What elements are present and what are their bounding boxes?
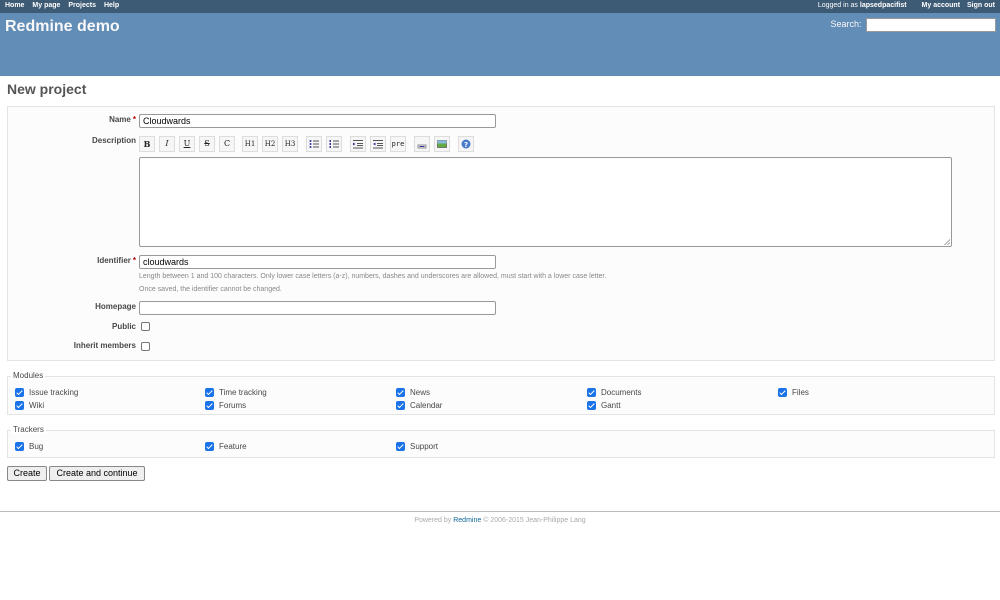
inherit-members-checkbox[interactable]: [141, 342, 150, 351]
module-label: News: [410, 388, 431, 397]
module-label: Calendar: [410, 401, 443, 410]
my-account-link[interactable]: My account: [922, 2, 961, 9]
public-checkbox[interactable]: [141, 322, 150, 331]
checkbox-checked-icon[interactable]: [15, 442, 24, 451]
footer-redmine-link[interactable]: Redmine: [453, 517, 481, 524]
sign-out-link[interactable]: Sign out: [967, 2, 995, 9]
checkbox-checked-icon[interactable]: [205, 442, 214, 451]
code-button[interactable]: C: [219, 136, 235, 152]
username-link[interactable]: lapsedpacifist: [860, 2, 907, 9]
heading2-button[interactable]: H2: [262, 136, 278, 152]
image-icon: [437, 140, 447, 148]
tracker-label: Bug: [29, 442, 44, 451]
module-label: Issue tracking: [29, 388, 79, 397]
top-menu-help-link[interactable]: Help: [104, 2, 119, 9]
modules-legend: Modules: [11, 371, 46, 380]
ordered-list-icon: [329, 140, 339, 148]
footer: Powered by Redmine © 2006-2015 Jean-Phil…: [0, 511, 1000, 524]
top-menu-projects-link[interactable]: Projects: [68, 2, 96, 9]
checkbox-checked-icon[interactable]: [396, 442, 405, 451]
name-label-text: Name: [109, 115, 131, 124]
footer-copyright: © 2006-2015 Jean-Philippe Lang: [483, 517, 586, 524]
module-label: Gantt: [601, 401, 621, 410]
description-label: Description: [91, 136, 136, 145]
checkbox-checked-icon[interactable]: [396, 401, 405, 410]
indent-button[interactable]: [350, 136, 366, 152]
help-icon: ?: [461, 139, 471, 149]
top-menu-home-link[interactable]: Home: [5, 2, 24, 9]
wiki-link-button[interactable]: [414, 136, 430, 152]
identifier-label-text: Identifier: [97, 256, 131, 265]
module-label: Documents: [601, 388, 642, 397]
checkbox-checked-icon[interactable]: [587, 401, 596, 410]
modules-fieldset: [7, 376, 995, 415]
search-label: Search:: [830, 19, 862, 30]
homepage-input[interactable]: [139, 301, 496, 315]
tracker-label: Feature: [219, 442, 247, 451]
identifier-hint: Length between 1 and 100 characters. Onl…: [139, 273, 607, 280]
outdent-icon: [373, 140, 383, 149]
heading1-button[interactable]: H1: [242, 136, 258, 152]
homepage-label: Homepage: [95, 302, 136, 311]
description-textarea[interactable]: [139, 157, 952, 247]
create-button[interactable]: Create: [7, 466, 47, 481]
module-label: Wiki: [29, 401, 45, 410]
image-button[interactable]: [434, 136, 450, 152]
identifier-input[interactable]: cloudwards: [139, 255, 496, 269]
ordered-list-button[interactable]: [326, 136, 342, 152]
trackers-fieldset: [7, 430, 995, 458]
required-mark: *: [132, 115, 136, 124]
underline-button[interactable]: U: [179, 136, 195, 152]
page-title: New project: [7, 81, 87, 97]
bold-button[interactable]: B: [139, 136, 155, 152]
strikethrough-button[interactable]: S: [199, 136, 215, 152]
svg-text:?: ?: [464, 141, 468, 149]
resize-grip-icon[interactable]: [944, 239, 950, 245]
module-label: Files: [792, 388, 809, 397]
top-menu-my-page-link[interactable]: My page: [32, 2, 60, 9]
heading3-button[interactable]: H3: [282, 136, 298, 152]
module-label: Forums: [219, 401, 247, 410]
public-label: Public: [111, 322, 136, 331]
identifier-hint-locked: Once saved, the identifier cannot be cha…: [139, 286, 282, 293]
checkbox-checked-icon[interactable]: [15, 388, 24, 397]
link-icon: [417, 144, 427, 149]
footer-powered-by: Powered by: [414, 517, 452, 524]
app-title[interactable]: Redmine demo: [5, 18, 120, 36]
checkbox-checked-icon[interactable]: [396, 388, 405, 397]
module-label: Time tracking: [219, 388, 267, 397]
help-button[interactable]: ?: [458, 136, 474, 152]
create-and-continue-button[interactable]: Create and continue: [49, 466, 145, 481]
search-input[interactable]: [866, 18, 996, 32]
name-label: Name *: [7, 115, 136, 124]
checkbox-checked-icon[interactable]: [587, 388, 596, 397]
logged-in-text: Logged in as lapsedpacifist: [818, 2, 907, 9]
required-mark: *: [132, 256, 136, 265]
unordered-list-button[interactable]: [306, 136, 322, 152]
logged-in-prefix: Logged in as: [817, 2, 858, 9]
tracker-label: Support: [410, 442, 439, 451]
inherit-members-label: Inherit members: [73, 341, 136, 350]
checkbox-checked-icon[interactable]: [205, 388, 214, 397]
indent-icon: [353, 140, 363, 149]
unordered-list-icon: [309, 140, 319, 148]
outdent-button[interactable]: [370, 136, 386, 152]
trackers-legend: Trackers: [11, 425, 46, 434]
identifier-label: Identifier *: [7, 256, 136, 265]
top-menu: Home My page Projects Help Logged in as …: [0, 0, 1000, 13]
checkbox-checked-icon[interactable]: [15, 401, 24, 410]
checkbox-checked-icon[interactable]: [778, 388, 787, 397]
italic-button[interactable]: I: [159, 136, 175, 152]
name-input[interactable]: Cloudwards: [139, 114, 496, 128]
wiki-toolbar: B I U S C H1 H2 H3 pre ?: [139, 136, 479, 152]
quick-search: Search:: [830, 18, 996, 32]
checkbox-checked-icon[interactable]: [205, 401, 214, 410]
preformatted-button[interactable]: pre: [390, 136, 406, 152]
header: Redmine demo Search:: [0, 13, 1000, 76]
